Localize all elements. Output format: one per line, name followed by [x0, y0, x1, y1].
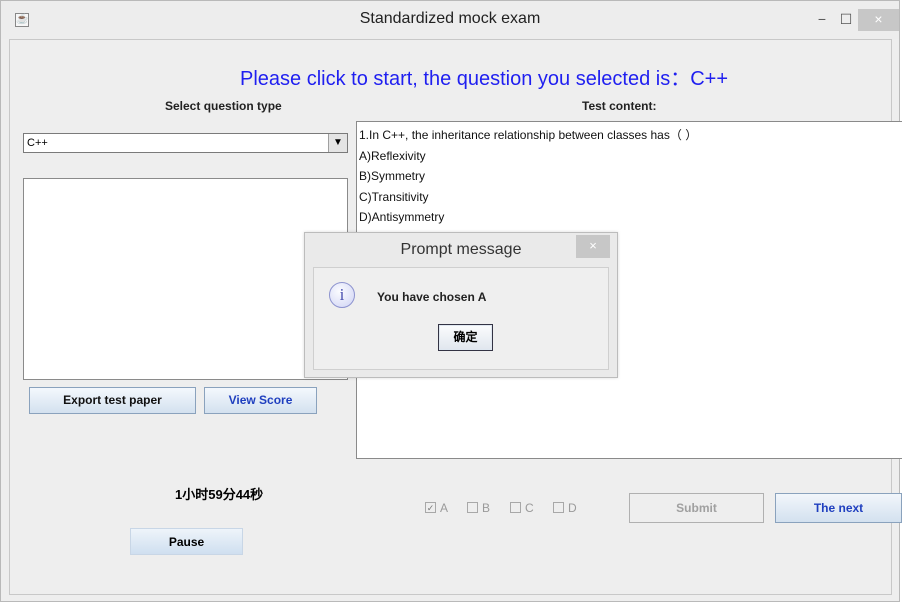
answer-checkbox-d[interactable]: D	[553, 500, 577, 515]
title-bar[interactable]: ☕ Standardized mock exam − ☐ ×	[1, 1, 899, 39]
close-button[interactable]: ×	[858, 9, 899, 31]
question-text: 1.In C++, the inheritance relationship b…	[359, 128, 698, 142]
pause-button[interactable]: Pause	[130, 528, 243, 555]
next-button[interactable]: The next	[775, 493, 902, 523]
answer-checkbox-b[interactable]: B	[467, 500, 490, 515]
test-content-label: Test content:	[582, 99, 657, 113]
option-b-text: B)Symmetry	[359, 169, 425, 183]
info-icon: i	[329, 282, 355, 308]
export-test-paper-button[interactable]: Export test paper	[29, 387, 196, 414]
question-type-label: Select question type	[165, 99, 282, 113]
question-type-select[interactable]: C++ ▼	[23, 133, 348, 153]
dialog-title: Prompt message	[400, 241, 522, 258]
view-score-button[interactable]: View Score	[204, 387, 317, 414]
option-a-text: A)Reflexivity	[359, 148, 426, 163]
headline: Please click to start, the question you …	[240, 68, 729, 90]
checkmark-icon: ✓	[425, 502, 436, 514]
option-d-text: D)Antisymmetry	[359, 210, 445, 224]
submit-button[interactable]: Submit	[629, 493, 764, 523]
maximize-button[interactable]: ☐	[833, 9, 859, 31]
countdown-timer: 1小时59分44秒	[175, 487, 264, 502]
minimize-button[interactable]: −	[809, 9, 835, 31]
answer-checkbox-a[interactable]: ✓ A	[425, 500, 448, 515]
prompt-dialog: Prompt message × i You have chosen A 确定	[304, 232, 618, 378]
dialog-body: i You have chosen A 确定	[313, 267, 609, 370]
question-type-value: C++	[27, 137, 48, 149]
chevron-down-icon[interactable]: ▼	[328, 134, 347, 152]
option-c-text: C)Transitivity	[359, 189, 429, 204]
answer-checkbox-c[interactable]: C	[510, 500, 534, 515]
question-list[interactable]	[23, 178, 348, 380]
dialog-close-button[interactable]: ×	[576, 235, 610, 258]
dialog-message: You have chosen A	[377, 290, 487, 304]
ok-button[interactable]: 确定	[438, 324, 493, 351]
window-title: Standardized mock exam	[359, 10, 541, 27]
